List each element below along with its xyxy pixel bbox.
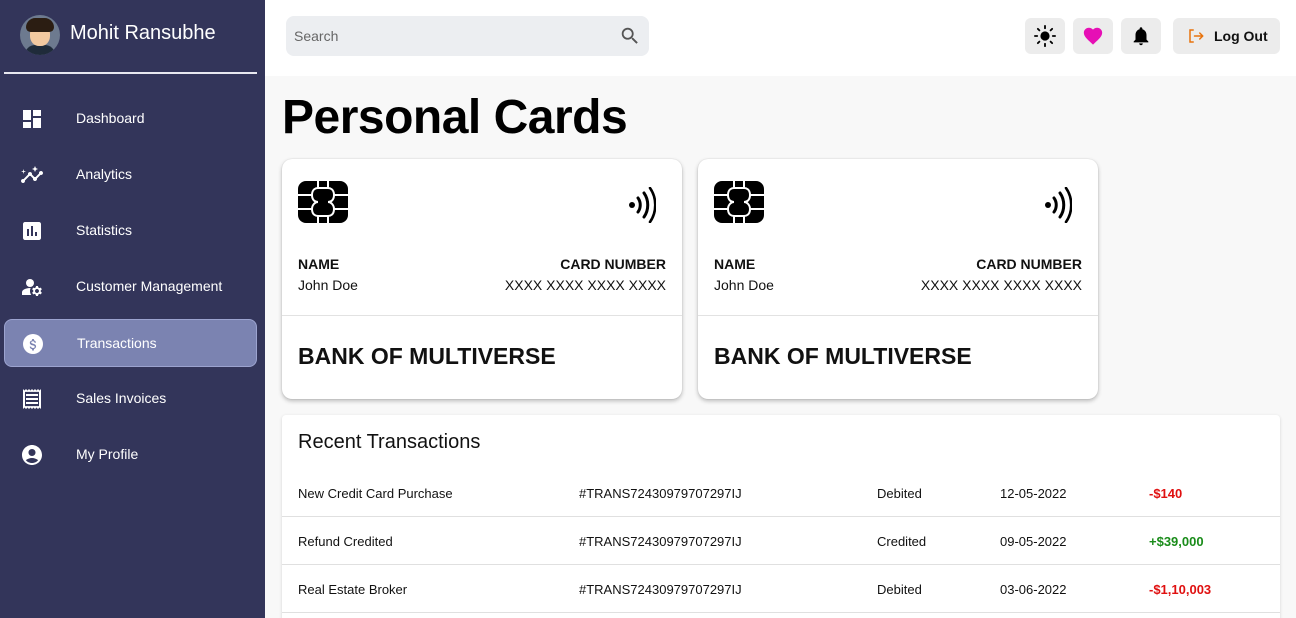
table-row[interactable]: Real Estate Broker #TRANS72430979707297I… bbox=[282, 565, 1280, 613]
theme-toggle-button[interactable] bbox=[1025, 18, 1065, 54]
contactless-icon bbox=[629, 187, 656, 223]
personal-card[interactable]: NAME John Doe CARD NUMBER XXXX XXXX XXXX… bbox=[282, 159, 682, 399]
personal-card[interactable]: NAME John Doe CARD NUMBER XXXX XXXX XXXX… bbox=[698, 159, 1098, 399]
sidebar: Mohit Ransubhe Dashboard Analytics Stati… bbox=[0, 0, 265, 618]
profile-name: Mohit Ransubhe bbox=[70, 22, 216, 44]
transaction-description: Refund Credited bbox=[298, 534, 393, 549]
transaction-date: 12-05-2022 bbox=[1000, 486, 1067, 501]
sidebar-item-label: Statistics bbox=[76, 222, 133, 238]
search-input[interactable] bbox=[286, 16, 606, 56]
search-icon[interactable] bbox=[619, 25, 641, 47]
recent-transactions-title: Recent Transactions bbox=[298, 431, 481, 453]
transaction-date: 03-06-2022 bbox=[1000, 582, 1067, 597]
transaction-id: #TRANS72430979707297IJ bbox=[579, 534, 742, 549]
logout-button[interactable]: Log Out bbox=[1173, 18, 1280, 54]
transaction-id: #TRANS72430979707297IJ bbox=[579, 582, 742, 597]
card-number: XXXX XXXX XXXX XXXX bbox=[504, 277, 666, 293]
sidebar-item-statistics[interactable]: Statistics bbox=[4, 207, 257, 255]
logout-icon bbox=[1189, 29, 1204, 43]
card-chip-icon bbox=[714, 181, 764, 223]
sidebar-item-customer-management[interactable]: Customer Management bbox=[4, 263, 257, 311]
account-circle-icon bbox=[22, 445, 42, 465]
transaction-amount: +$39,000 bbox=[1149, 534, 1204, 549]
card-number: XXXX XXXX XXXX XXXX bbox=[920, 277, 1082, 293]
recent-transactions-panel: Recent Transactions New Credit Card Purc… bbox=[282, 415, 1280, 618]
transaction-date: 09-05-2022 bbox=[1000, 534, 1067, 549]
sidebar-item-sales-invoices[interactable]: Sales Invoices bbox=[4, 375, 257, 423]
sidebar-item-label: Sales Invoices bbox=[76, 390, 167, 406]
transaction-description: New Credit Card Purchase bbox=[298, 486, 453, 501]
sidebar-item-label: Dashboard bbox=[76, 110, 145, 126]
transaction-type: Debited bbox=[877, 486, 922, 501]
card-bank-name: BANK OF MULTIVERSE bbox=[714, 343, 972, 369]
table-row[interactable]: New Credit Card Purchase #TRANS724309797… bbox=[282, 469, 1280, 517]
sidebar-item-analytics[interactable]: Analytics bbox=[4, 151, 257, 199]
transaction-type: Debited bbox=[877, 582, 922, 597]
sidebar-item-label: Analytics bbox=[76, 166, 133, 182]
card-divider bbox=[698, 315, 1098, 316]
search-box bbox=[286, 16, 649, 56]
card-name-label: NAME bbox=[714, 256, 756, 272]
card-number-label: CARD NUMBER bbox=[976, 256, 1082, 272]
page-title: Personal Cards bbox=[282, 91, 628, 144]
logout-label: Log Out bbox=[1214, 28, 1268, 44]
card-chip-icon bbox=[298, 181, 348, 223]
customer-management-icon bbox=[22, 279, 42, 296]
card-holder-name: John Doe bbox=[298, 277, 358, 293]
card-number-label: CARD NUMBER bbox=[560, 256, 666, 272]
analytics-icon bbox=[21, 166, 43, 183]
sidebar-item-dashboard[interactable]: Dashboard bbox=[4, 95, 257, 143]
dollar-icon bbox=[23, 334, 43, 354]
table-row[interactable]: Refund Credited #TRANS72430979707297IJ C… bbox=[282, 517, 1280, 565]
sidebar-item-transactions[interactable]: Transactions bbox=[4, 319, 257, 367]
card-divider bbox=[282, 315, 682, 316]
contactless-icon bbox=[1045, 187, 1072, 223]
favorites-button[interactable] bbox=[1073, 18, 1113, 54]
invoice-icon bbox=[23, 389, 41, 409]
notifications-button[interactable] bbox=[1121, 18, 1161, 54]
card-holder-name: John Doe bbox=[714, 277, 774, 293]
transaction-id: #TRANS72430979707297IJ bbox=[579, 486, 742, 501]
sidebar-item-my-profile[interactable]: My Profile bbox=[4, 431, 257, 479]
sidebar-item-label: My Profile bbox=[76, 446, 139, 462]
statistics-icon bbox=[23, 222, 41, 240]
profile-header: Mohit Ransubhe bbox=[4, 0, 257, 74]
transaction-amount: -$1,10,003 bbox=[1149, 582, 1212, 597]
transaction-type: Credited bbox=[877, 534, 927, 549]
dashboard-icon bbox=[23, 110, 41, 128]
avatar[interactable] bbox=[20, 15, 60, 55]
heart-icon bbox=[1083, 27, 1103, 45]
transaction-description: Real Estate Broker bbox=[298, 582, 408, 597]
top-bar: Log Out bbox=[265, 0, 1296, 76]
bell-icon bbox=[1133, 27, 1149, 46]
sidebar-item-label: Transactions bbox=[77, 335, 157, 351]
card-name-label: NAME bbox=[298, 256, 340, 272]
transaction-amount: -$140 bbox=[1149, 486, 1183, 501]
sun-icon bbox=[1034, 25, 1056, 47]
card-bank-name: BANK OF MULTIVERSE bbox=[298, 343, 556, 369]
sidebar-item-label: Customer Management bbox=[76, 278, 223, 294]
